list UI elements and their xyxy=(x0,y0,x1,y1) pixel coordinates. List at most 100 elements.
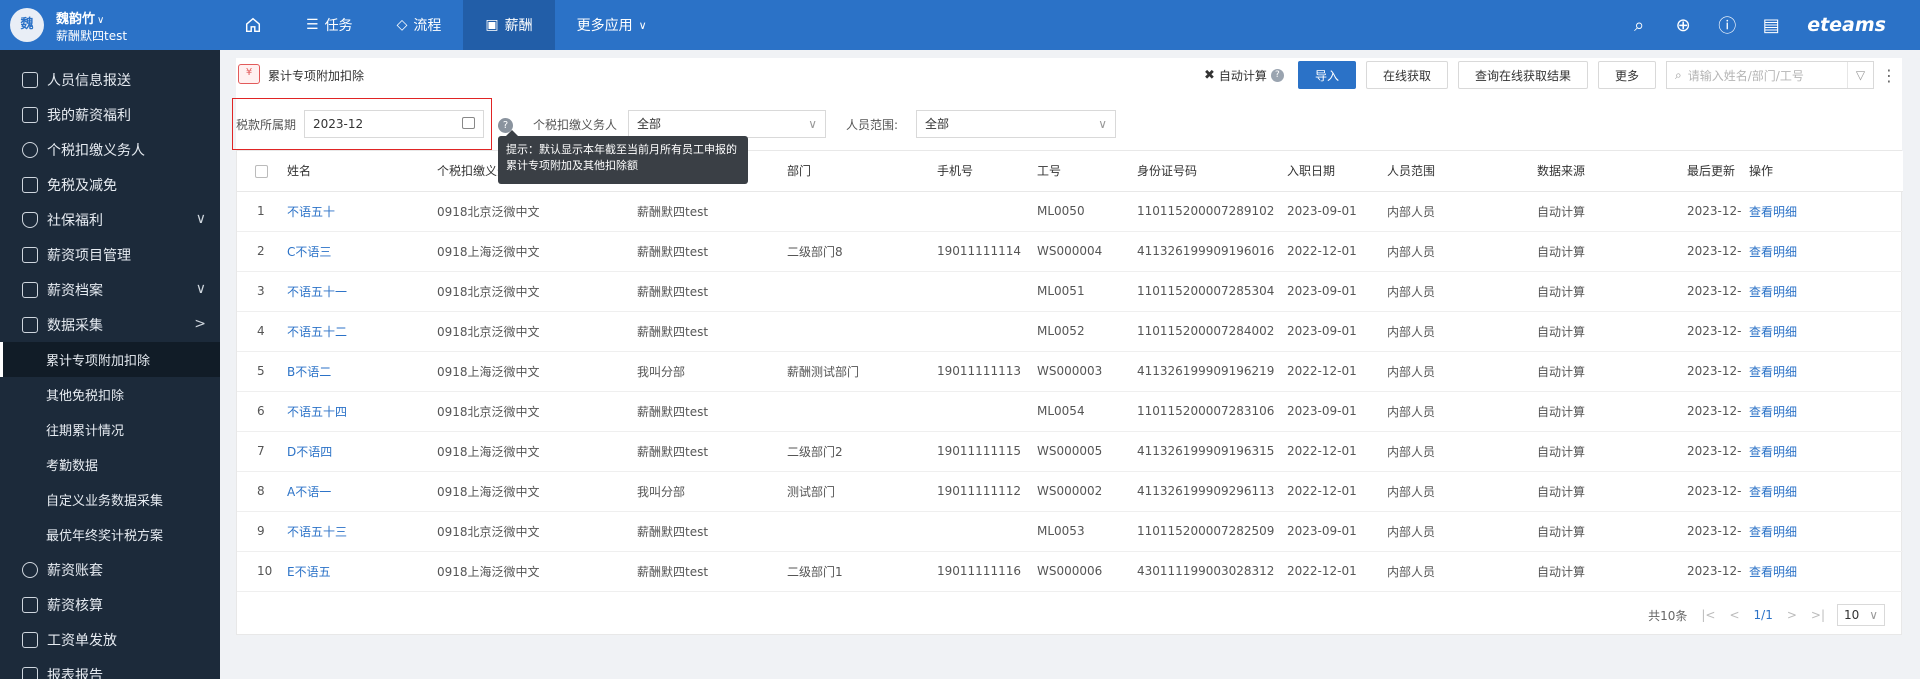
sidebar-item-label: 薪资账套 xyxy=(47,562,103,579)
department xyxy=(787,191,937,232)
row-index: 10 xyxy=(237,551,287,592)
search-input[interactable]: ⌕ 请输入姓名/部门/工号 ▽ xyxy=(1666,61,1874,89)
archive-icon xyxy=(22,281,38,298)
sidebar-item-payslip[interactable]: 工资单发放 xyxy=(0,622,220,657)
first-page-icon[interactable]: |< xyxy=(1701,608,1715,622)
sidebar-item-social-security[interactable]: 社保福利 ∨ xyxy=(0,202,220,237)
sidebar-item-salary-items[interactable]: 薪资项目管理 xyxy=(0,237,220,272)
prev-page-icon[interactable]: < xyxy=(1729,608,1739,622)
last-update: 2023-12- xyxy=(1687,471,1749,512)
view-detail-link[interactable]: 查看明细 xyxy=(1749,191,1903,232)
nav-salary[interactable]: ▣ 薪酬 xyxy=(463,0,555,50)
view-detail-link[interactable]: 查看明细 xyxy=(1749,551,1903,592)
hire-date: 2023-09-01 xyxy=(1287,391,1387,432)
withholder-select[interactable]: 全部 ∨ xyxy=(628,110,826,138)
department xyxy=(787,271,937,312)
last-page-icon[interactable]: >| xyxy=(1811,608,1825,622)
emp-id: ML0050 xyxy=(1037,191,1137,232)
nav-tasks[interactable]: ☰ 任务 xyxy=(284,0,375,50)
sidebar-item-personnel[interactable]: 人员信息报送 xyxy=(0,62,220,97)
employee-name[interactable]: A不语一 xyxy=(287,471,437,512)
avatar[interactable]: 魏 xyxy=(10,8,44,42)
sidebar-item-reports[interactable]: 报表报告 xyxy=(0,657,220,679)
page-title: 累计专项附加扣除 xyxy=(268,69,365,83)
period-value: 2023-12 xyxy=(313,117,364,131)
sidebar-subitem-other-deduction[interactable]: 其他免税扣除 xyxy=(0,377,220,412)
more-button[interactable]: 更多 xyxy=(1597,61,1656,89)
view-detail-link[interactable]: 查看明细 xyxy=(1749,471,1903,512)
add-circle-icon[interactable]: ⊕ xyxy=(1661,0,1705,50)
select-all-checkbox[interactable] xyxy=(237,151,287,192)
checkbox[interactable] xyxy=(255,164,268,178)
id-card: 411326199909196016 xyxy=(1137,231,1287,272)
nav-more-apps[interactable]: 更多应用 ∨ xyxy=(555,0,669,50)
last-update: 2023-12- xyxy=(1687,351,1749,392)
view-detail-link[interactable]: 查看明细 xyxy=(1749,351,1903,392)
import-button[interactable]: 导入 xyxy=(1297,61,1356,89)
withholder: 0918北京泛微中文 xyxy=(437,511,637,552)
help-icon[interactable]: ⓘ xyxy=(1705,0,1749,50)
view-detail-link[interactable]: 查看明细 xyxy=(1749,431,1903,472)
sidebar-item-salary-ledger[interactable]: 薪资账套 xyxy=(0,552,220,587)
employee-name[interactable]: 不语五十三 xyxy=(287,511,437,552)
view-detail-link[interactable]: 查看明细 xyxy=(1749,271,1903,312)
sidebar-item-my-benefits[interactable]: 我的薪资福利 xyxy=(0,97,220,132)
sidebar-subitem-attendance[interactable]: 考勤数据 xyxy=(0,447,220,482)
employee-name[interactable]: D不语四 xyxy=(287,431,437,472)
query-result-button[interactable]: 查询在线获取结果 xyxy=(1457,61,1588,89)
row-index: 6 xyxy=(237,391,287,432)
user-name[interactable]: 魏韵竹 ∨ xyxy=(56,8,104,27)
employee-name[interactable]: C不语三 xyxy=(287,231,437,272)
employee-name[interactable]: B不语二 xyxy=(287,351,437,392)
brand-logo[interactable]: eteams xyxy=(1807,14,1886,36)
employee-name[interactable]: 不语五十一 xyxy=(287,271,437,312)
layers-icon: ◇ xyxy=(396,17,408,33)
employee-name[interactable]: 不语五十四 xyxy=(287,391,437,432)
period-picker[interactable]: 2023-12 xyxy=(304,110,484,138)
sidebar-item-label: 数据采集 xyxy=(47,317,103,334)
search-icon[interactable]: ⌕ xyxy=(1617,0,1661,50)
sidebar-subitem-special-deduction[interactable]: 累计专项附加扣除 xyxy=(0,342,220,377)
sidebar-subitem-bonus-plan[interactable]: 最优年终奖计税方案 xyxy=(0,517,220,552)
department: 测试部门 xyxy=(787,471,937,512)
sidebar-item-withholder[interactable]: 个税扣缴义务人 xyxy=(0,132,220,167)
sidebar-item-salary-archive[interactable]: 薪资档案 ∨ xyxy=(0,272,220,307)
scope-select[interactable]: 全部 ∨ xyxy=(916,110,1116,138)
notes-icon[interactable]: ▤ xyxy=(1749,0,1793,50)
sidebar-item-label: 薪资核算 xyxy=(47,597,103,614)
employee-name[interactable]: 不语五十二 xyxy=(287,311,437,352)
table-row: 3 不语五十一 0918北京泛微中文 薪酬默四test ML0051 1101152000… xyxy=(237,271,1903,312)
phone xyxy=(937,191,1037,232)
table-row: 2 C不语三 0918上海泛微中文 薪酬默四test 二级部门8 19011111114 W… xyxy=(237,231,1903,272)
hire-date: 2023-09-01 xyxy=(1287,271,1387,312)
employee-name[interactable]: 不语五十 xyxy=(287,191,437,232)
department: 二级部门1 xyxy=(787,551,937,592)
online-fetch-button[interactable]: 在线获取 xyxy=(1365,61,1448,89)
sidebar-item-salary-calc[interactable]: 薪资核算 xyxy=(0,587,220,622)
help-icon[interactable]: ? xyxy=(1270,68,1284,82)
view-detail-link[interactable]: 查看明细 xyxy=(1749,391,1903,432)
more-vertical-icon[interactable]: ⋮ xyxy=(1880,66,1898,85)
next-page-icon[interactable]: > xyxy=(1787,608,1797,622)
view-detail-link[interactable]: 查看明细 xyxy=(1749,511,1903,552)
nav-home[interactable] xyxy=(222,0,284,50)
emp-id: ML0054 xyxy=(1037,391,1137,432)
sidebar-subitem-past-accumulation[interactable]: 往期累计情况 xyxy=(0,412,220,447)
department: 薪酬测试部门 xyxy=(787,351,937,392)
view-detail-link[interactable]: 查看明细 xyxy=(1749,311,1903,352)
sidebar-item-tax-exempt[interactable]: 免税及减免 xyxy=(0,167,220,202)
sidebar-subitem-custom-data[interactable]: 自定义业务数据采集 xyxy=(0,482,220,517)
emp-id: WS000004 xyxy=(1037,231,1137,272)
employee-name[interactable]: E不语五 xyxy=(287,551,437,592)
col-phone: 手机号 xyxy=(937,151,1037,192)
department: 二级部门2 xyxy=(787,431,937,472)
filter-icon[interactable]: ▽ xyxy=(1847,62,1873,88)
user-menu[interactable]: 魏 魏韵竹 ∨ 薪酬默四test xyxy=(0,0,220,50)
page-size-select[interactable]: 10 ∨ xyxy=(1837,604,1885,626)
view-detail-link[interactable]: 查看明细 xyxy=(1749,231,1903,272)
auto-calc-toggle[interactable]: ✖ 自动计算? xyxy=(1204,67,1284,84)
main-content: ¥ 累计专项附加扣除 ✖ 自动计算? 导入 在线获取 查询在线获取结果 更多 ⌕ 请… xyxy=(232,58,1903,635)
nav-workflow[interactable]: ◇ 流程 xyxy=(375,0,464,50)
sidebar-item-data-collection[interactable]: 数据采集 > xyxy=(0,307,220,342)
last-update: 2023-12- xyxy=(1687,311,1749,352)
